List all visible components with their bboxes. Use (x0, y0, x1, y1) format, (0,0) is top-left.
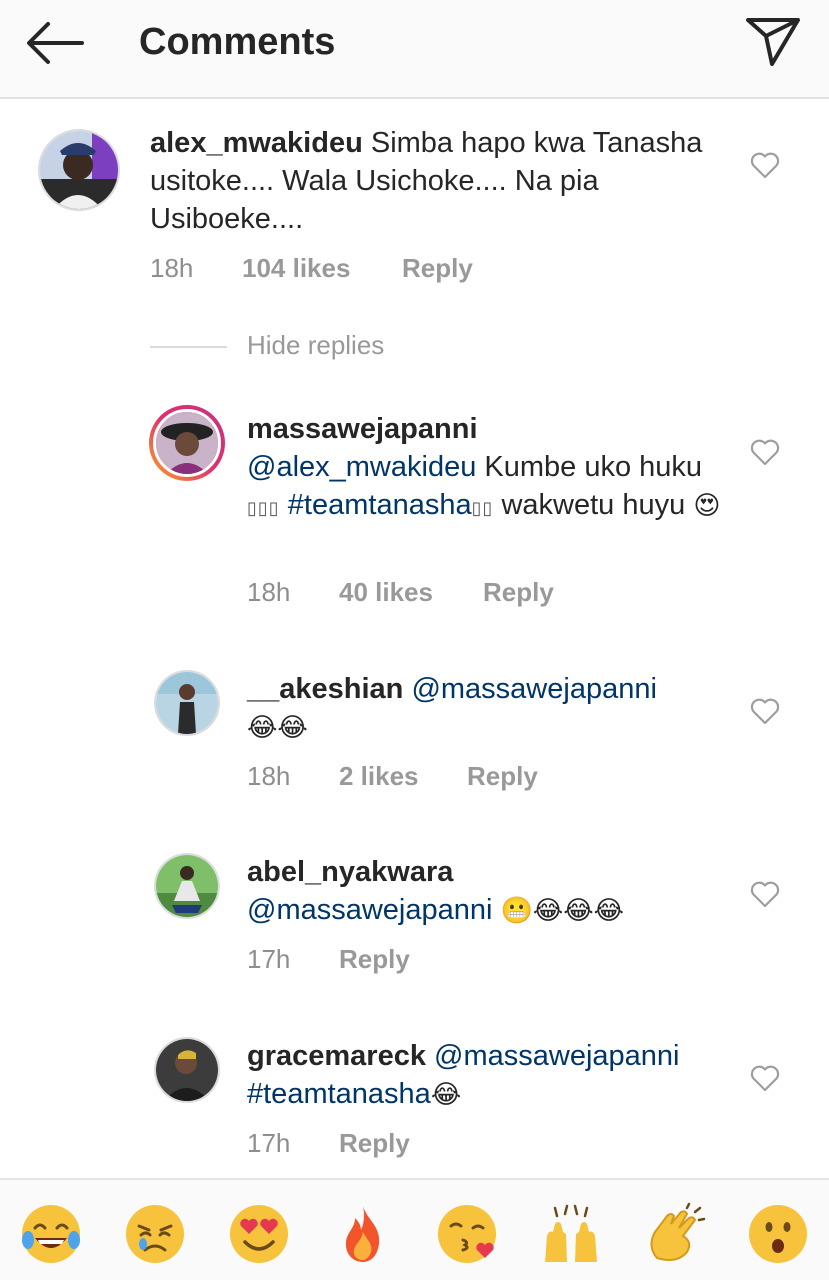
reply-body: massawejapanni @alex_mwakideu Kumbe uko … (247, 410, 727, 527)
comment-time: 18h (150, 253, 194, 283)
avatar[interactable] (149, 405, 225, 481)
reply-meta: 17h Reply (247, 1128, 410, 1159)
grimace-and-tears-emoji: 😬😂😂😂 (500, 896, 625, 926)
like-heart-icon[interactable] (750, 151, 780, 179)
likes-count[interactable]: 104 likes (242, 253, 350, 284)
heart-eyes-icon[interactable] (227, 1202, 291, 1266)
direct-send-icon[interactable] (742, 12, 804, 72)
mention-link[interactable]: @massawejapanni (411, 673, 656, 705)
reply-time: 17h (247, 944, 291, 974)
like-heart-icon[interactable] (750, 697, 780, 725)
like-heart-icon[interactable] (750, 880, 780, 908)
tears-of-joy-emoji: 😂 (430, 1080, 462, 1110)
placeholder-glyphs: ▯▯ (471, 498, 494, 518)
kissing-heart-icon[interactable] (435, 1202, 499, 1266)
comment-username[interactable]: alex_mwakideu (150, 127, 363, 159)
page-title: Comments (139, 21, 336, 63)
mention-link[interactable]: @massawejapanni (247, 894, 492, 926)
like-heart-icon[interactable] (750, 1064, 780, 1092)
reply-button[interactable]: Reply (339, 1128, 410, 1159)
reply-username[interactable]: __akeshian (247, 673, 403, 705)
clapping-hands-icon[interactable] (643, 1202, 707, 1266)
avatar[interactable] (38, 129, 120, 211)
reply-time: 18h (247, 577, 291, 607)
reply-time: 18h (247, 761, 291, 791)
comment-meta: 18h 104 likes Reply (150, 253, 473, 284)
divider-line (150, 346, 227, 348)
reply-username[interactable]: abel_nyakwara (247, 856, 453, 888)
fire-icon[interactable] (331, 1202, 395, 1266)
avatar[interactable] (154, 670, 220, 736)
hashtag-link[interactable]: #teamtanasha (247, 1078, 431, 1110)
tears-of-joy-emoji: 😂😂 (247, 713, 308, 743)
mention-link[interactable]: @alex_mwakideu (247, 451, 476, 483)
reply-text: wakwetu huyu (501, 489, 686, 521)
raised-hands-icon[interactable] (539, 1202, 603, 1266)
tears-of-joy-icon[interactable] (19, 1202, 83, 1266)
likes-count[interactable]: 40 likes (339, 577, 433, 608)
reply-button[interactable]: Reply (339, 944, 410, 975)
back-arrow-icon[interactable] (22, 18, 88, 68)
reply-meta: 18h 40 likes Reply (247, 577, 554, 608)
surprised-face-icon[interactable] (746, 1202, 810, 1266)
like-heart-icon[interactable] (750, 438, 780, 466)
hide-replies-button[interactable]: Hide replies (247, 330, 384, 361)
heart-eyes-emoji: 😍 (693, 491, 721, 521)
avatar[interactable] (154, 1037, 220, 1103)
emoji-quick-bar (0, 1178, 829, 1280)
reply-body: abel_nyakwara @massawejapanni 😬😂😂😂 (247, 853, 727, 930)
mention-link[interactable]: @massawejapanni (434, 1040, 679, 1072)
header-bar: Comments (0, 0, 829, 99)
crying-face-icon[interactable] (123, 1202, 187, 1266)
reply-button[interactable]: Reply (483, 577, 554, 608)
reply-meta: 17h Reply (247, 944, 410, 975)
reply-body: __akeshian @massawejapanni 😂😂 (247, 670, 727, 747)
comment-body: alex_mwakideu Simba hapo kwa Tanasha usi… (150, 124, 740, 238)
placeholder-glyphs: ▯▯▯ (247, 498, 280, 518)
reply-meta: 18h 2 likes Reply (247, 761, 538, 792)
likes-count[interactable]: 2 likes (339, 761, 419, 792)
avatar[interactable] (154, 853, 220, 919)
reply-button[interactable]: Reply (467, 761, 538, 792)
reply-button[interactable]: Reply (402, 253, 473, 284)
hashtag-link[interactable]: #teamtanasha (288, 489, 472, 521)
reply-time: 17h (247, 1128, 291, 1158)
reply-username[interactable]: massawejapanni (247, 413, 478, 445)
reply-username[interactable]: gracemareck (247, 1040, 426, 1072)
reply-body: gracemareck @massawejapanni #teamtanasha… (247, 1037, 737, 1114)
reply-text: Kumbe uko huku (484, 451, 703, 483)
